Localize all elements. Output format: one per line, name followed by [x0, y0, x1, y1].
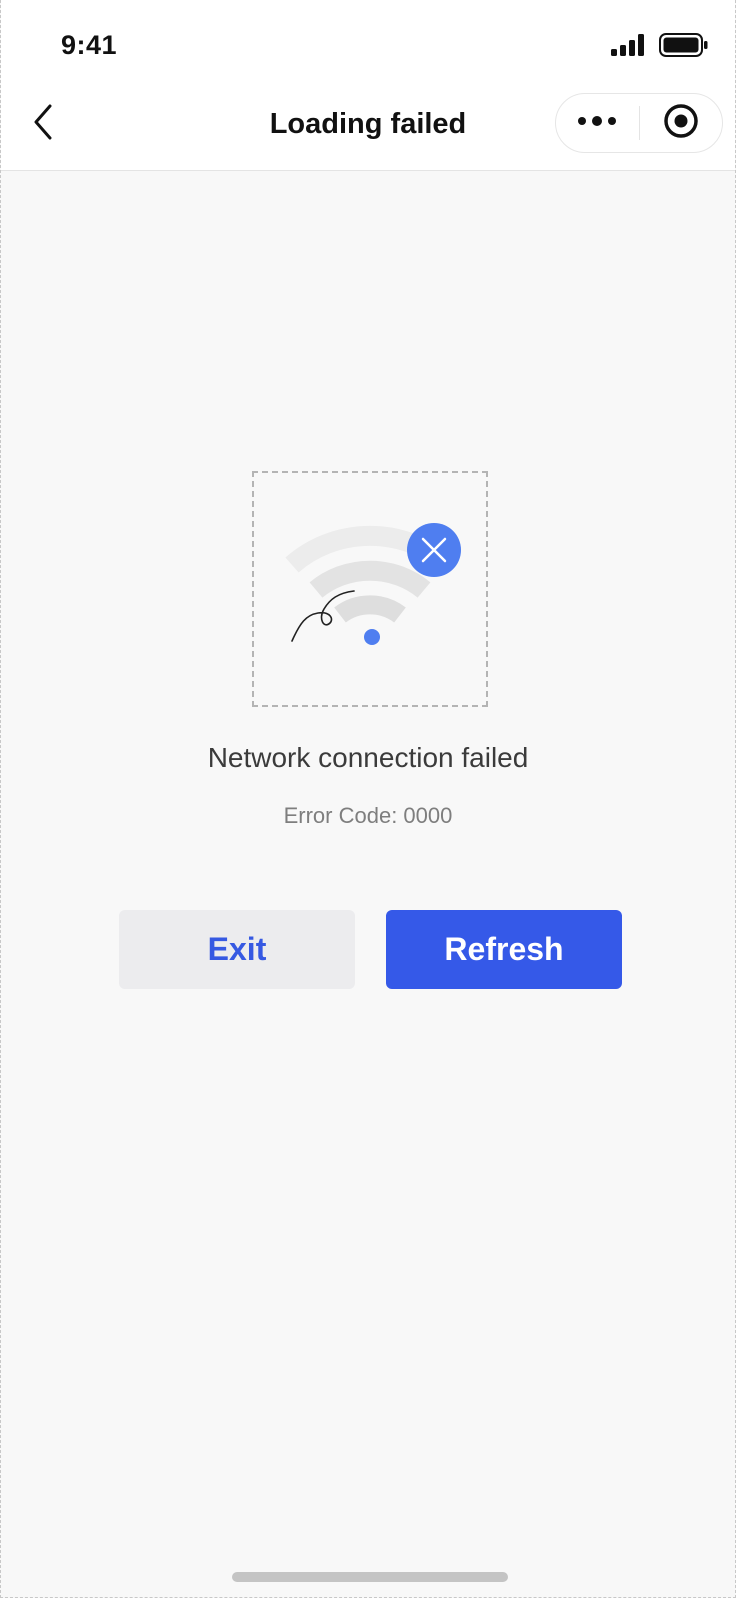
more-button[interactable] [556, 94, 639, 152]
more-dots-icon [577, 114, 617, 132]
error-code: Error Code: 0000 [283, 803, 453, 828]
error-headline: Network connection failed [207, 742, 529, 773]
mini-program-capsule [555, 93, 723, 153]
cellular-signal-icon [611, 34, 645, 61]
refresh-button[interactable]: Refresh [386, 910, 622, 989]
phone-frame: 9:41 Loading failed Network connection f… [0, 0, 736, 1598]
status-time: 9:41 [61, 30, 118, 60]
exit-button[interactable]: Exit [119, 910, 355, 989]
battery-icon [659, 33, 709, 62]
status-icons [611, 33, 709, 62]
close-mini-program-button[interactable] [640, 94, 723, 152]
status-bar: 9:41 [1, 0, 735, 90]
nav-bar: Loading failed [1, 90, 735, 171]
target-circle-icon [663, 103, 699, 144]
home-indicator[interactable] [232, 1572, 508, 1582]
illustration-box [252, 471, 488, 707]
